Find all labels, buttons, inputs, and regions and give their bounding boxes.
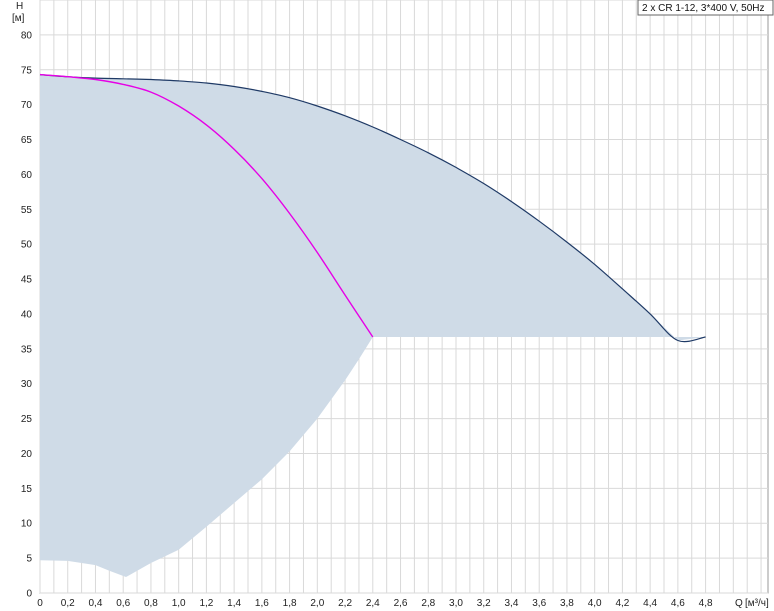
- x-tick-label: 1,8: [283, 598, 297, 609]
- pump-curve-chart: 0 0,2 0,4 0,6 0,8 1,0 1,2 1,4 1,6 1,8 2,0 2,2 2,4 2,6…: [12, 0, 774, 609]
- x-axis-ticks: 0 0,2 0,4 0,6 0,8 1,0 1,2 1,4 1,6 1,8 2,0 2,2 2,4 2,6…: [37, 598, 713, 609]
- x-tick-label: 0,2: [61, 598, 75, 609]
- y-tick-label: 70: [21, 100, 33, 111]
- y-tick-label: 40: [21, 309, 33, 320]
- y-axis-unit: [м]: [12, 13, 25, 24]
- y-tick-label: 80: [21, 30, 33, 41]
- x-tick-label: 3,8: [560, 598, 574, 609]
- x-tick-label: 2,4: [366, 598, 380, 609]
- x-tick-label: 1,4: [227, 598, 241, 609]
- x-tick-label: 2,0: [310, 598, 324, 609]
- x-tick-label: 3,2: [477, 598, 491, 609]
- y-tick-label: 30: [21, 379, 33, 390]
- x-axis-label: Q: [735, 598, 743, 609]
- x-tick-label: 0,8: [144, 598, 158, 609]
- x-tick-label: 2,8: [421, 598, 435, 609]
- x-tick-label: 1,2: [199, 598, 213, 609]
- y-tick-label: 65: [21, 135, 33, 146]
- x-tick-label: 2,2: [338, 598, 352, 609]
- y-axis-label: H: [16, 1, 23, 12]
- legend: 2 x CR 1-12, 3*400 V, 50Hz: [637, 0, 774, 16]
- x-axis-unit: [м³/ч]: [745, 598, 769, 609]
- y-tick-label: 55: [21, 205, 33, 216]
- y-tick-label: 15: [21, 484, 33, 495]
- x-tick-label: 0,4: [89, 598, 103, 609]
- x-tick-label: 4,4: [643, 598, 657, 609]
- y-tick-label: 25: [21, 414, 33, 425]
- y-tick-label: 20: [21, 449, 33, 460]
- y-tick-label: 75: [21, 65, 33, 76]
- x-tick-label: 3,0: [449, 598, 463, 609]
- y-tick-label: 5: [26, 554, 32, 565]
- legend-text: 2 x CR 1-12, 3*400 V, 50Hz: [642, 3, 764, 14]
- y-tick-label: 0: [26, 589, 32, 600]
- y-tick-label: 45: [21, 275, 33, 286]
- x-tick-label: 4,8: [699, 598, 713, 609]
- x-tick-label: 4,6: [671, 598, 685, 609]
- x-tick-label: 4,2: [615, 598, 629, 609]
- x-tick-label: 1,6: [255, 598, 269, 609]
- y-axis-ticks: 0 5 10 15 20 25 30 35 40 45 50 55 60 65 70 75 80: [21, 30, 33, 599]
- y-tick-label: 50: [21, 240, 33, 251]
- x-tick-label: 3,6: [532, 598, 546, 609]
- y-tick-label: 35: [21, 344, 33, 355]
- x-tick-label: 0: [37, 598, 43, 609]
- x-tick-label: 4,0: [588, 598, 602, 609]
- y-tick-label: 10: [21, 519, 33, 530]
- y-tick-label: 60: [21, 170, 33, 181]
- x-tick-label: 0,6: [116, 598, 130, 609]
- x-tick-label: 2,6: [394, 598, 408, 609]
- plot-area: [39, 0, 769, 594]
- x-tick-label: 1,0: [172, 598, 186, 609]
- x-tick-label: 3,4: [505, 598, 519, 609]
